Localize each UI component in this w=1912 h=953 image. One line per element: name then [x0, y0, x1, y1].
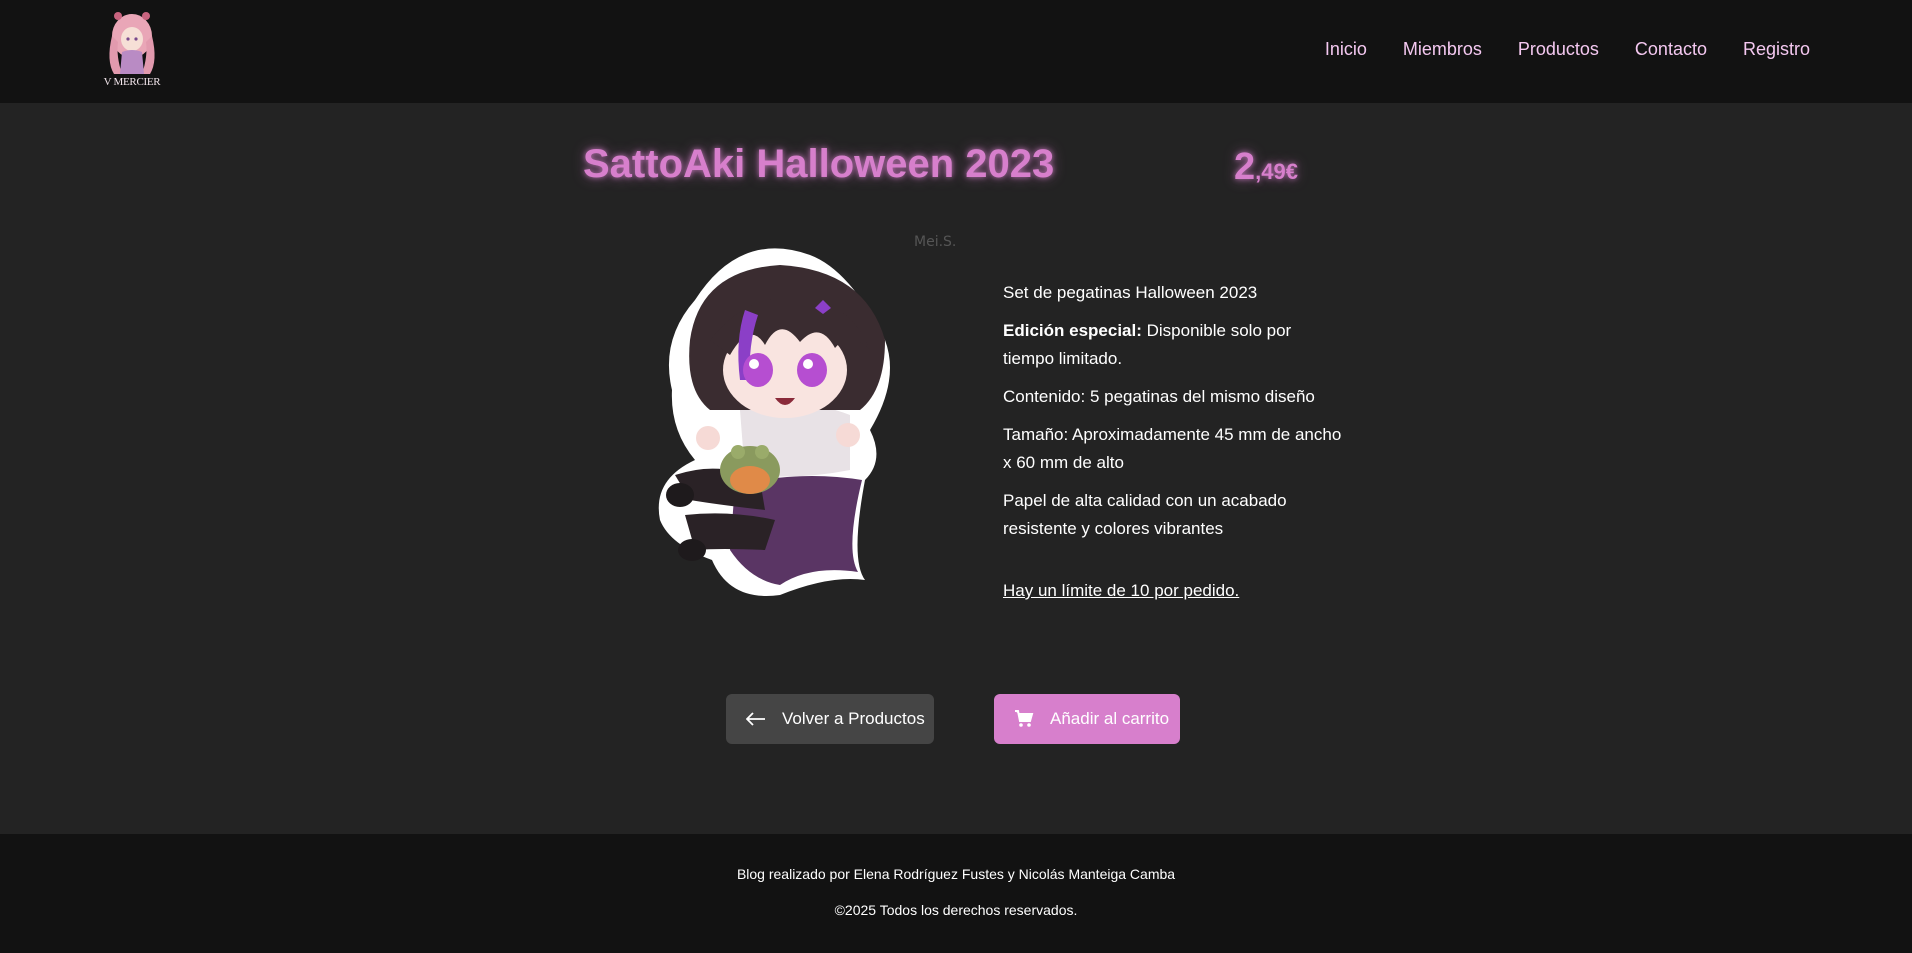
product-image: Mei.S.	[600, 230, 960, 610]
desc-order-limit: Hay un límite de 10 por pedido.	[1003, 581, 1240, 600]
nav-link-contacto[interactable]: Contacto	[1635, 39, 1707, 60]
arrow-left-icon	[746, 712, 765, 726]
site-logo[interactable]: V MERCIER	[98, 6, 166, 88]
site-header: V MERCIER Inicio Miembros Productos Cont…	[0, 0, 1912, 103]
product-title: SattoAki Halloween 2023	[583, 142, 1055, 186]
back-button-label: Volver a Productos	[782, 709, 925, 728]
price-decimal: ,49€	[1255, 159, 1298, 184]
add-to-cart-button[interactable]: Añadir al carrito	[994, 694, 1180, 744]
main-nav: Inicio Miembros Productos Contacto Regis…	[1325, 0, 1810, 98]
site-footer: Blog realizado por Elena Rodríguez Fuste…	[0, 834, 1912, 953]
logo-character-icon	[109, 12, 155, 74]
desc-set-title: Set de pegatinas Halloween 2023	[1003, 283, 1258, 302]
nav-link-registro[interactable]: Registro	[1743, 39, 1810, 60]
nav-link-inicio[interactable]: Inicio	[1325, 39, 1367, 60]
product-price: 2,49€	[1234, 146, 1298, 189]
nav-link-miembros[interactable]: Miembros	[1403, 39, 1482, 60]
desc-content: Contenido: 5 pegatinas del mismo diseño	[1003, 387, 1315, 406]
cart-icon	[1015, 710, 1034, 727]
nav-link-productos[interactable]: Productos	[1518, 39, 1599, 60]
cart-button-label: Añadir al carrito	[1050, 709, 1170, 728]
logo-text: V MERCIER	[103, 76, 161, 88]
footer-credits: Blog realizado por Elena Rodríguez Fuste…	[736, 866, 1176, 882]
artist-signature: Mei.S.	[914, 234, 957, 250]
desc-paper: Papel de alta calidad con un acabado res…	[1003, 491, 1287, 538]
back-to-products-button[interactable]: Volver a Productos	[726, 694, 934, 744]
desc-special-label: Edición especial:	[1003, 321, 1142, 340]
price-integer: 2	[1234, 146, 1256, 188]
desc-size: Tamaño: Aproximadamente 45 mm de ancho x…	[1003, 425, 1342, 472]
desc-special-edition: Edición especial: Disponible solo por ti…	[1003, 317, 1343, 373]
product-description: Set de pegatinas Halloween 2023 Edición …	[1003, 279, 1343, 615]
footer-copyright: ©2025 Todos los derechos reservados.	[834, 902, 1078, 918]
sticker-character-illustration	[658, 248, 890, 596]
